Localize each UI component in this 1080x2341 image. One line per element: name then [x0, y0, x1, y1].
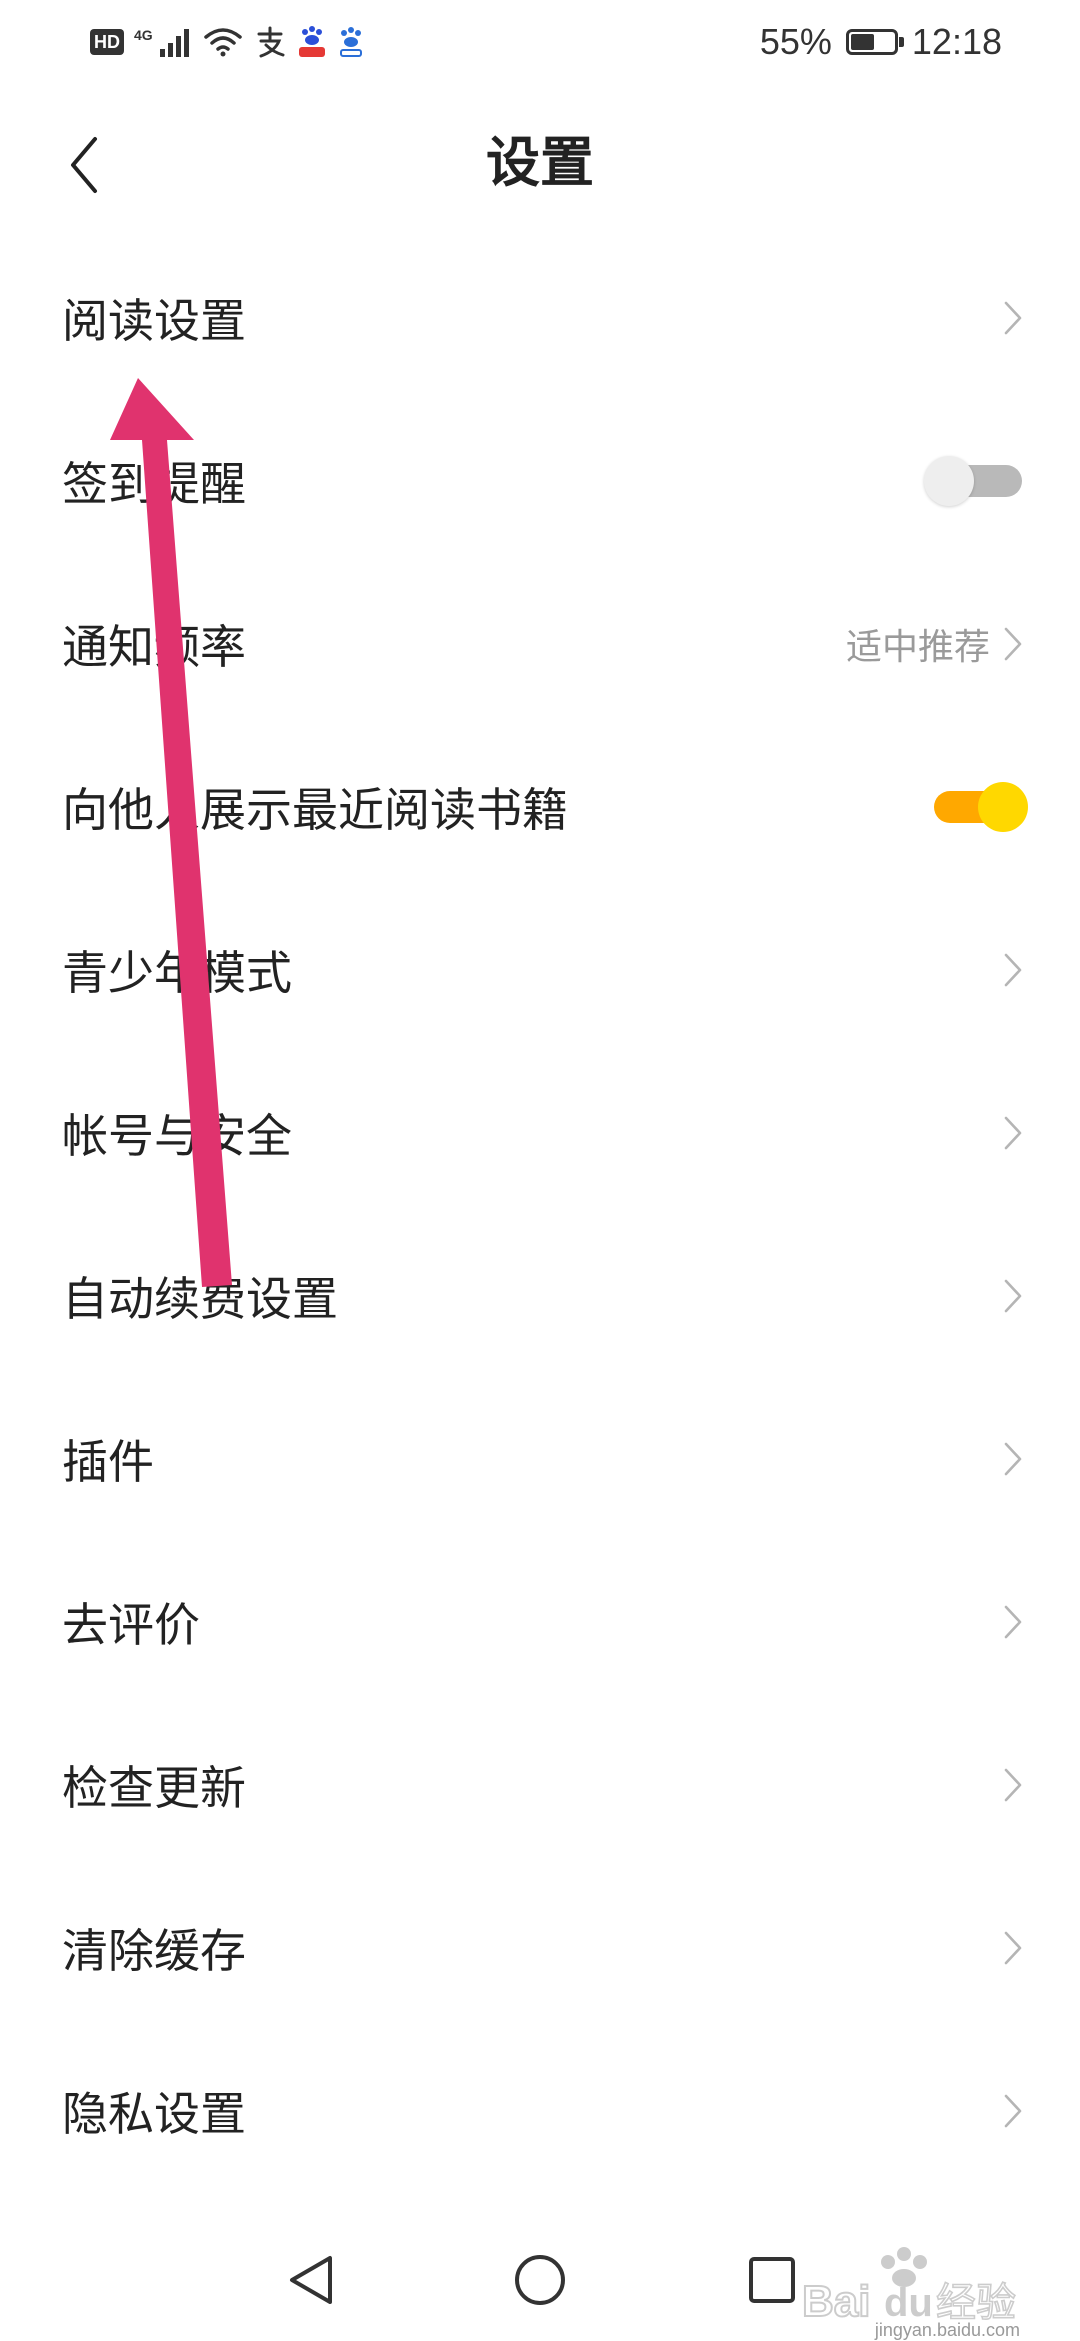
- setting-row[interactable]: 阅读设置: [0, 236, 1080, 399]
- setting-label: 插件: [62, 1434, 154, 1489]
- chevron-right-icon: [998, 2091, 1028, 2131]
- watermark-brand: Bai: [802, 2277, 870, 2326]
- setting-label: 签到提醒: [62, 456, 246, 511]
- setting-row[interactable]: 插件: [0, 1377, 1080, 1540]
- setting-row[interactable]: 向他人展示最近阅读书籍: [0, 725, 1080, 888]
- nav-back-button[interactable]: [262, 2230, 362, 2330]
- setting-row[interactable]: 签到提醒: [0, 399, 1080, 562]
- clock: 12:18: [911, 21, 1002, 62]
- setting-label: 检查更新: [62, 1760, 246, 1815]
- battery-percent: 55%: [759, 21, 832, 62]
- setting-label: 通知频率: [62, 619, 246, 674]
- chevron-right-icon: [998, 1113, 1028, 1153]
- setting-control: [998, 1276, 1028, 1316]
- setting-control: [998, 1602, 1028, 1642]
- chevron-right-icon: [998, 624, 1028, 664]
- setting-control: [998, 1439, 1028, 1479]
- setting-control: [998, 1928, 1028, 1968]
- battery-fill: [850, 34, 874, 50]
- baidu-app-icon: [297, 25, 327, 59]
- setting-row[interactable]: 自动续费设置: [0, 1214, 1080, 1377]
- setting-label: 自动续费设置: [62, 1271, 338, 1326]
- network-type: 4G: [134, 27, 153, 43]
- cellular-signal-icon: [159, 27, 193, 57]
- setting-row[interactable]: 通知频率 适中推荐: [0, 562, 1080, 725]
- chevron-right-icon: [998, 1276, 1028, 1316]
- setting-label: 青少年模式: [62, 945, 292, 1000]
- alipay-icon: [253, 25, 287, 59]
- setting-label: 隐私设置: [62, 2086, 246, 2141]
- chevron-right-icon: [998, 1765, 1028, 1805]
- toggle-switch-on[interactable]: [924, 777, 1028, 837]
- page-title: 设置: [486, 131, 594, 194]
- setting-row[interactable]: 帐号与安全: [0, 1051, 1080, 1214]
- baidu-paw-icon: [337, 25, 365, 59]
- battery-icon: [845, 29, 904, 55]
- hd-badge: HD: [90, 29, 124, 55]
- setting-row[interactable]: 检查更新: [0, 1703, 1080, 1866]
- toggle-knob: [924, 455, 974, 506]
- chevron-right-icon: [998, 298, 1028, 338]
- setting-row[interactable]: 清除缓存: [0, 1866, 1080, 2029]
- setting-label: 去评价: [62, 1597, 200, 1652]
- setting-row[interactable]: 去评价: [0, 1540, 1080, 1703]
- chevron-right-icon: [998, 950, 1028, 990]
- setting-control: 适中推荐: [846, 618, 1028, 670]
- wifi-icon: [203, 27, 243, 57]
- toggle-switch-off[interactable]: [924, 451, 1028, 511]
- watermark-site: jingyan.baidu.com: [874, 2320, 1020, 2340]
- setting-value: 适中推荐: [845, 626, 990, 668]
- setting-control: [998, 1113, 1028, 1153]
- header: 设置: [0, 100, 1080, 230]
- chevron-right-icon: [998, 1928, 1028, 1968]
- triangle-back-icon: [290, 2256, 332, 2304]
- square-recent-icon: [749, 2257, 795, 2303]
- chevron-right-icon: [998, 1602, 1028, 1642]
- baidu-jingyan-watermark: Bai du 经验: [802, 2247, 1017, 2326]
- status-bar: HD 4G 55% 12:18: [0, 0, 1080, 86]
- setting-row[interactable]: 青少年模式: [0, 888, 1080, 1051]
- setting-control: [998, 950, 1028, 990]
- toggle-knob: [978, 781, 1028, 832]
- settings-list: 阅读设置签到提醒通知频率 适中推荐向他人展示最近阅读书籍 青少年模式帐号与安全自动续…: [0, 236, 1080, 2192]
- setting-label: 帐号与安全: [62, 1108, 292, 1163]
- chevron-right-icon: [998, 1439, 1028, 1479]
- setting-row[interactable]: 隐私设置: [0, 2029, 1080, 2192]
- setting-control: [998, 2091, 1028, 2131]
- watermark-brand-suffix: du: [884, 2281, 933, 2325]
- setting-label: 阅读设置: [62, 293, 246, 348]
- status-right: 55% 12:18: [760, 20, 1002, 64]
- nav-home-button[interactable]: [490, 2230, 590, 2330]
- setting-control: [924, 777, 1028, 837]
- setting-control: [998, 1765, 1028, 1805]
- status-left: HD 4G: [90, 20, 365, 64]
- setting-control: [998, 298, 1028, 338]
- circle-home-icon: [515, 2255, 565, 2305]
- setting-label: 向他人展示最近阅读书籍: [62, 782, 568, 837]
- setting-label: 清除缓存: [62, 1923, 246, 1978]
- setting-control: [924, 451, 1028, 511]
